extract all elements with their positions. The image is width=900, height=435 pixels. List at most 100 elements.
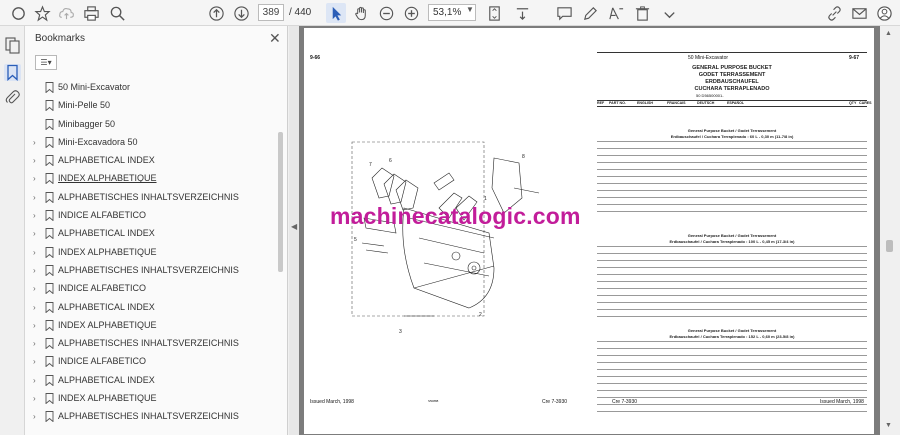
panel-splitter[interactable]: ◀: [289, 26, 299, 435]
chevron-down-icon[interactable]: ▼: [466, 5, 474, 14]
bookmark-options-button[interactable]: ☰▾: [35, 55, 57, 70]
page-total: / 440: [289, 7, 312, 18]
table-rule: [597, 260, 867, 261]
heading-fr: GODET TERRASSEMENT: [698, 72, 766, 78]
chevron-right-icon[interactable]: ›: [33, 266, 36, 275]
bookmark-item[interactable]: › ALPHABETISCHES INHALTSVERZEICHNIS: [25, 408, 277, 426]
table-rule: [597, 190, 867, 191]
previous-page-icon[interactable]: [206, 3, 226, 23]
pencil-icon[interactable]: [580, 3, 600, 23]
next-page-icon[interactable]: [231, 3, 251, 23]
close-icon[interactable]: ✕: [269, 30, 281, 47]
email-icon[interactable]: [849, 3, 869, 23]
chevron-right-icon[interactable]: ›: [33, 303, 36, 312]
bookmark-item[interactable]: › ALPHABETICAL INDEX: [25, 152, 277, 170]
bookmark-list: 50 Mini-Excavator Mini-Pelle 50 Minibagger…: [25, 79, 277, 427]
bookmark-item[interactable]: › Mini-Excavadora 50: [25, 134, 277, 152]
footer-left: Issued March, 1998: [310, 399, 354, 405]
bookmark-item[interactable]: Minibagger 50: [25, 116, 277, 134]
panel-scrollbar[interactable]: [277, 82, 285, 434]
bookmark-item[interactable]: › ALPHABETISCHES INHALTSVERZEICHNIS: [25, 189, 277, 207]
table-rule: [597, 162, 867, 163]
bookmark-item[interactable]: › INDEX ALPHABETIQUE: [25, 244, 277, 262]
cloud-upload-icon[interactable]: [56, 3, 76, 23]
bookmark-label: Mini-Excavadora 50: [58, 136, 138, 147]
page-fit-icon[interactable]: [484, 3, 504, 23]
more-tools-icon[interactable]: [659, 3, 679, 23]
bookmark-item[interactable]: › ALPHABETICAL INDEX: [25, 225, 277, 243]
page-thumbnails-icon[interactable]: [4, 37, 21, 54]
scroll-up-icon[interactable]: ▲: [885, 30, 892, 37]
column-header: REF: [597, 101, 605, 105]
bookmark-item[interactable]: › INDEX ALPHABETIQUE: [25, 317, 277, 335]
chevron-right-icon[interactable]: ›: [33, 156, 36, 165]
bookmark-item[interactable]: › INDICE ALFABETICO: [25, 353, 277, 371]
home-icon[interactable]: [8, 3, 28, 23]
column-header: QTY: [849, 101, 857, 105]
link-edit-icon[interactable]: [824, 3, 844, 23]
attachments-icon[interactable]: [4, 89, 21, 106]
star-icon[interactable]: [32, 3, 52, 23]
chevron-right-icon[interactable]: ›: [33, 229, 36, 238]
chevron-right-icon[interactable]: ›: [33, 412, 36, 421]
bookmark-item[interactable]: › ALPHABETISCHES INHALTSVERZEICHNIS: [25, 262, 277, 280]
chevron-right-icon[interactable]: ›: [33, 138, 36, 147]
document-scrollbar[interactable]: ▲ ▼: [880, 26, 900, 435]
chevron-right-icon[interactable]: ›: [33, 193, 36, 202]
chevron-right-icon[interactable]: ›: [33, 284, 36, 293]
chevron-right-icon[interactable]: ›: [33, 174, 36, 183]
bookmark-label: INDICE ALFABETICO: [58, 356, 147, 367]
chevron-right-icon[interactable]: ›: [33, 321, 36, 330]
chevron-right-icon[interactable]: ›: [33, 248, 36, 257]
hand-tool-icon[interactable]: [351, 3, 371, 23]
section-title: General Purpose Bucket / Godet Terrassem…: [687, 328, 777, 333]
account-icon[interactable]: [874, 3, 894, 23]
chevron-right-icon[interactable]: ›: [33, 339, 36, 348]
svg-text:3: 3: [399, 329, 402, 335]
chevron-right-icon[interactable]: ›: [33, 211, 36, 220]
table-rule: [597, 183, 867, 184]
column-header: FRANCAIS: [667, 101, 686, 105]
bookmark-label: ALPHABETICAL INDEX: [58, 301, 155, 312]
chevron-right-icon[interactable]: ›: [33, 394, 36, 403]
bookmark-item[interactable]: › INDICE ALFABETICO: [25, 280, 277, 298]
table-rule: [597, 362, 867, 363]
bookmark-item[interactable]: Mini-Pelle 50: [25, 97, 277, 115]
zoom-out-icon[interactable]: [376, 3, 396, 23]
column-header: ESPAÑOL: [727, 101, 745, 105]
delete-icon[interactable]: [632, 3, 652, 23]
bookmark-item[interactable]: › ALPHABETISCHES INHALTSVERZEICHNIS: [25, 335, 277, 353]
scrollbar-thumb[interactable]: [886, 240, 893, 252]
bookmark-icon: [45, 210, 54, 222]
highlight-text-icon[interactable]: [606, 3, 626, 23]
bookmark-label: Mini-Pelle 50: [58, 100, 111, 111]
scroll-down-icon[interactable]: ▼: [885, 422, 892, 429]
scroll-mode-icon[interactable]: [512, 3, 532, 23]
bookmark-label: INDEX ALPHABETIQUE: [58, 319, 157, 330]
zoom-in-icon[interactable]: [401, 3, 421, 23]
chevron-right-icon[interactable]: ›: [33, 357, 36, 366]
bookmark-item[interactable]: › ALPHABETICAL INDEX: [25, 299, 277, 317]
bookmark-item[interactable]: › ALPHABETICAL INDEX: [25, 372, 277, 390]
bookmark-label: INDICE ALFABETICO: [58, 283, 147, 294]
chevron-right-icon[interactable]: ›: [33, 376, 36, 385]
bookmark-item[interactable]: 50 Mini-Excavator: [25, 79, 277, 97]
scrollbar-thumb[interactable]: [278, 132, 283, 272]
panel-title: Bookmarks: [35, 33, 86, 44]
model-name: 50 Mini-Excavator: [688, 55, 729, 61]
comment-icon[interactable]: [554, 3, 574, 23]
bookmark-label: ALPHABETICAL INDEX: [58, 155, 155, 166]
table-rule: [597, 355, 867, 356]
collapse-panel-icon[interactable]: ◀: [291, 222, 297, 231]
bookmark-item[interactable]: › INDEX ALPHABETIQUE: [25, 390, 277, 408]
bookmark-item[interactable]: › INDEX ALPHABETIQUE: [25, 170, 277, 188]
print-icon[interactable]: [81, 3, 101, 23]
cursor-select-icon[interactable]: [326, 3, 346, 23]
page-number-input[interactable]: 389: [258, 4, 284, 21]
bookmark-icon: [45, 301, 54, 313]
bookmark-icon: [45, 411, 54, 423]
bookmark-icon: [45, 228, 54, 240]
bookmarks-icon[interactable]: [4, 64, 21, 81]
search-icon[interactable]: [107, 3, 127, 23]
bookmark-item[interactable]: › INDICE ALFABETICO: [25, 207, 277, 225]
